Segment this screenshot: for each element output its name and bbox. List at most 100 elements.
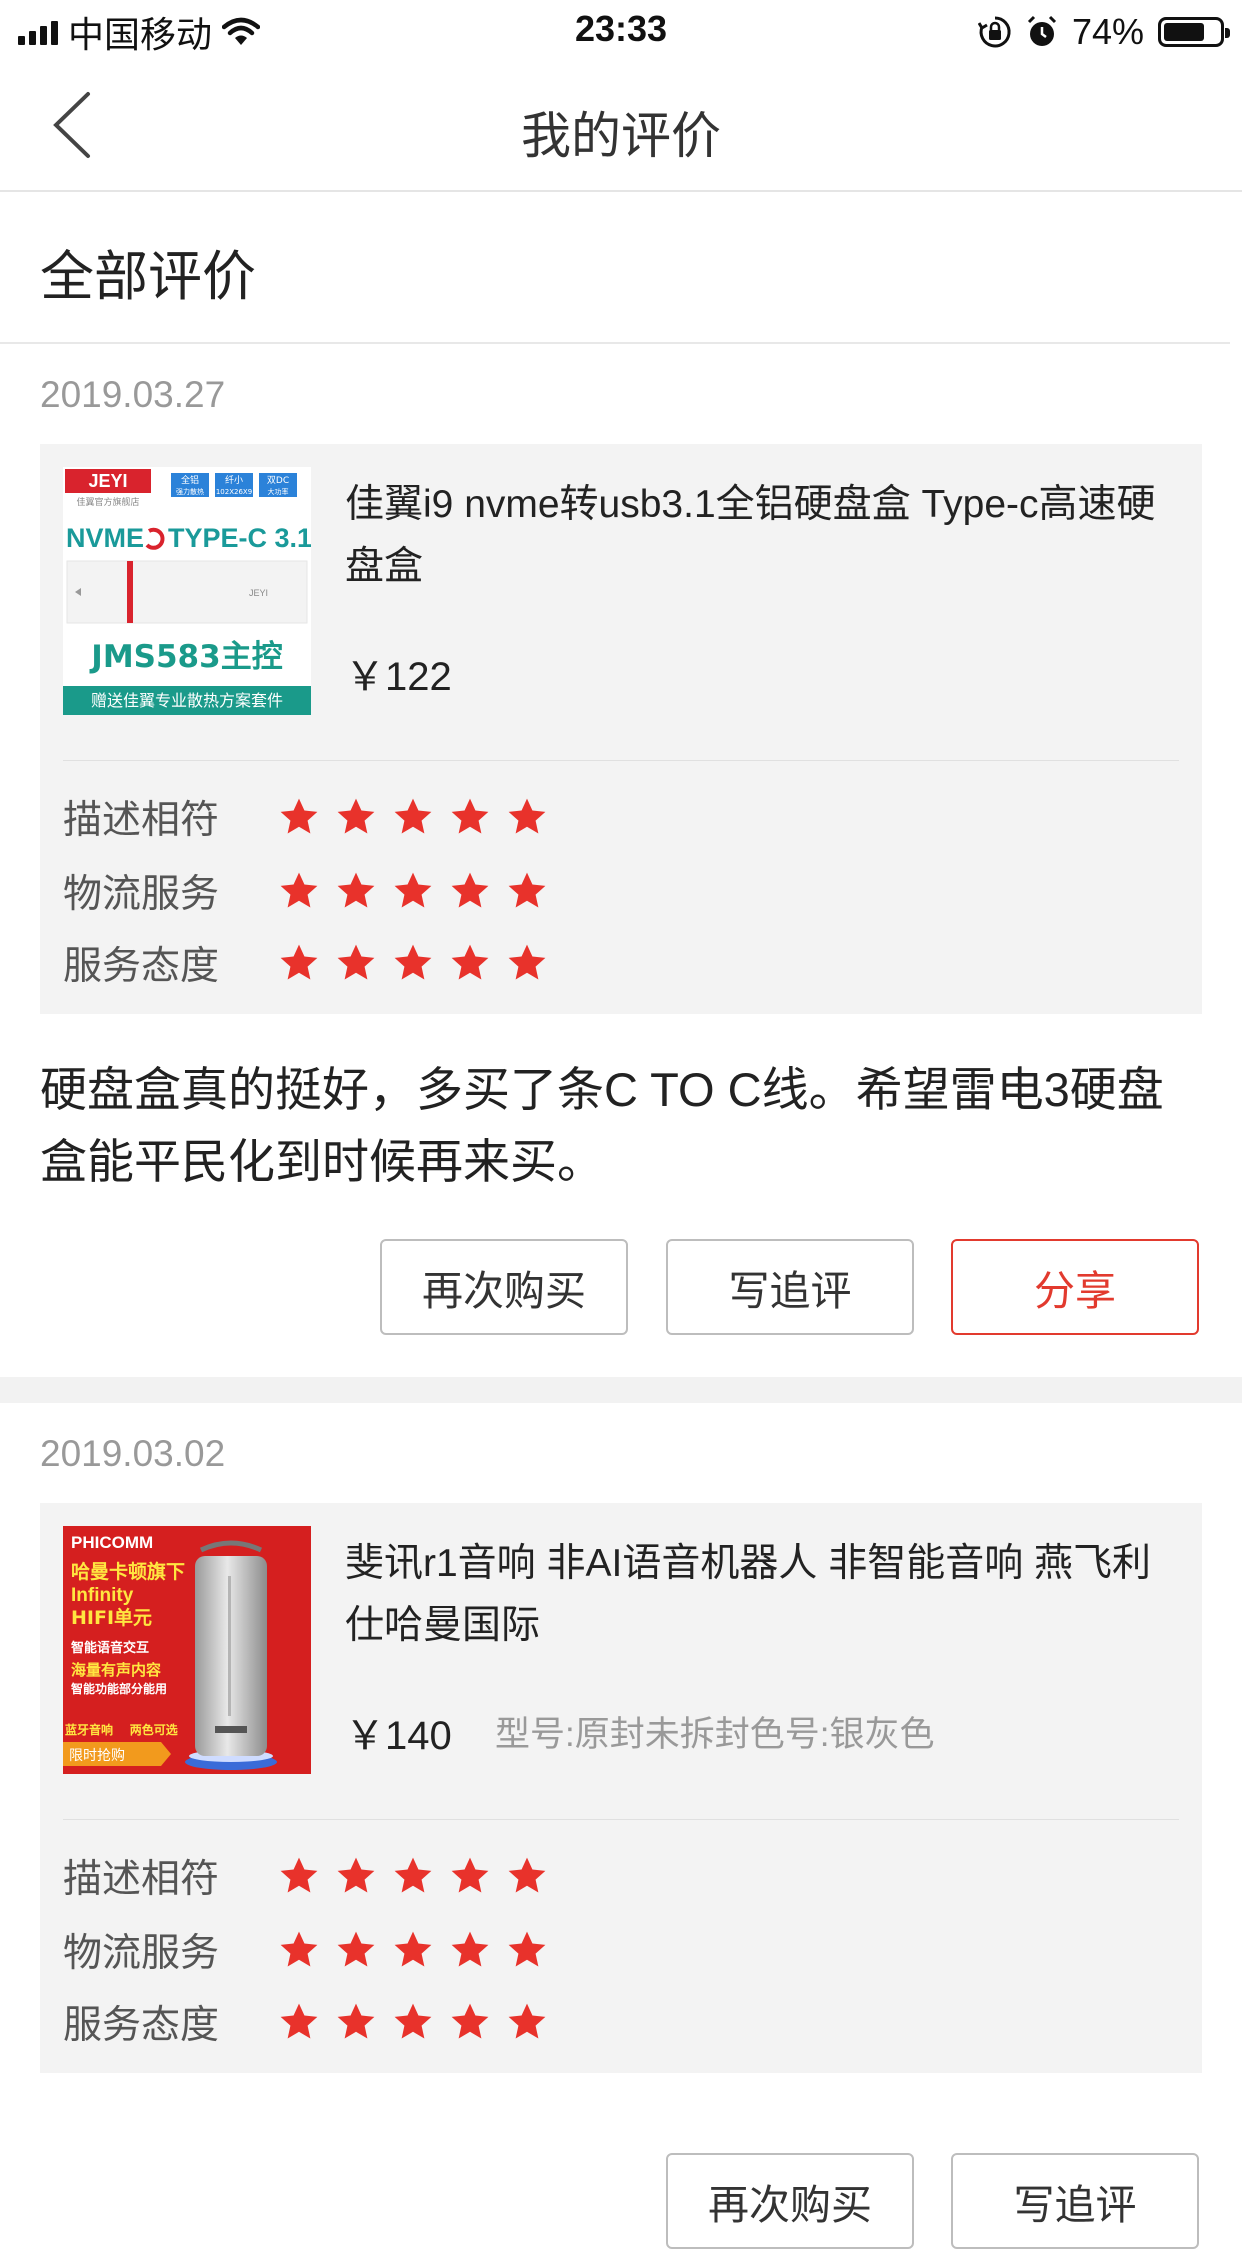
rating-label: 物流服务 bbox=[63, 873, 220, 916]
svg-text:JEYI: JEYI bbox=[88, 471, 127, 491]
star-icon bbox=[337, 944, 375, 980]
star-rating bbox=[278, 2001, 548, 2043]
svg-text:JEYI: JEYI bbox=[249, 588, 268, 598]
star-icon bbox=[280, 1857, 318, 1893]
star-icon bbox=[280, 872, 318, 908]
star-icon bbox=[451, 1931, 489, 1967]
star-rating bbox=[278, 870, 548, 912]
svg-text:佳翼官方旗舰店: 佳翼官方旗舰店 bbox=[76, 496, 139, 508]
rating-label: 描述相符 bbox=[63, 1858, 220, 1901]
review-text: 硬盘盒真的挺好，多买了条C TO C线。希望雷电3硬盘盒能平民化到时候再来买。 bbox=[40, 1063, 1164, 1188]
write-follow-up-button[interactable]: 写追评 bbox=[666, 1239, 914, 1335]
rating-label: 物流服务 bbox=[63, 1932, 220, 1975]
star-icon bbox=[280, 1931, 318, 1967]
star-icon bbox=[451, 1857, 489, 1893]
svg-text:强力散热: 强力散热 bbox=[176, 487, 204, 496]
star-icon bbox=[394, 872, 432, 908]
star-icon bbox=[508, 798, 546, 834]
product-title[interactable]: 斐讯r1音响 非AI语音机器人 非智能音响 燕飞利仕哈曼国际 bbox=[345, 1533, 1175, 1657]
product-price: ￥122 bbox=[345, 655, 452, 699]
svg-text:NVME: NVME bbox=[66, 523, 144, 553]
status-bar: 中国移动 23:33 74% bbox=[0, 0, 1242, 64]
orientation-lock-icon bbox=[977, 16, 1011, 48]
review-date: 2019.03.02 bbox=[40, 1433, 226, 1474]
product-price: ￥140 bbox=[345, 1714, 452, 1758]
rating-row: 物流服务 bbox=[63, 1913, 548, 1987]
svg-text:双DC: 双DC bbox=[267, 475, 289, 486]
svg-text:蓝牙音响 两色可选: 蓝牙音响 两色可选 bbox=[65, 1722, 178, 1737]
svg-text:全铝: 全铝 bbox=[181, 474, 199, 486]
star-icon bbox=[451, 798, 489, 834]
rating-row: 服务态度 bbox=[63, 1985, 548, 2059]
star-icon bbox=[451, 944, 489, 980]
product-thumbnail[interactable]: JEYI 佳翼官方旗舰店 全铝 纤小 双DC 强力散热 102X26X9 大功率… bbox=[63, 467, 311, 715]
star-icon bbox=[508, 872, 546, 908]
product-spec: 型号:原封未拆封色号:银灰色 bbox=[495, 1715, 935, 1754]
star-rating bbox=[278, 942, 548, 984]
section-header: 全部评价 bbox=[0, 192, 1230, 344]
svg-text:哈曼卡顿旗下: 哈曼卡顿旗下 bbox=[71, 1560, 185, 1583]
product-thumbnail[interactable]: PHICOMM 哈曼卡顿旗下 Infinity HIFI单元 智能语音交互 海量… bbox=[63, 1526, 311, 1774]
review-card: 2019.03.02 PHICOMM 哈曼卡顿旗下 Infinity HIFI单… bbox=[0, 1403, 1242, 2249]
write-follow-up-button[interactable]: 写追评 bbox=[951, 2153, 1199, 2249]
svg-text:限时抢购: 限时抢购 bbox=[69, 1747, 125, 1764]
star-icon bbox=[508, 1857, 546, 1893]
svg-text:JMS583主控: JMS583主控 bbox=[89, 639, 282, 675]
star-icon bbox=[280, 944, 318, 980]
rating-label: 服务态度 bbox=[63, 945, 220, 988]
review-date: 2019.03.27 bbox=[40, 374, 226, 415]
rating-row: 物流服务 bbox=[63, 854, 548, 928]
svg-text:102X26X9: 102X26X9 bbox=[216, 488, 252, 496]
star-rating bbox=[278, 1855, 548, 1897]
svg-text:智能语音交互: 智能语音交互 bbox=[71, 1640, 149, 1656]
star-icon bbox=[337, 872, 375, 908]
review-card: 2019.03.27 JEYI 佳翼官方旗舰店 全铝 纤小 双DC 强力散热 1… bbox=[0, 344, 1242, 1374]
page-title: 我的评价 bbox=[521, 108, 721, 164]
battery-icon bbox=[1158, 17, 1230, 47]
star-icon bbox=[280, 798, 318, 834]
nav-bar: 我的评价 bbox=[0, 64, 1242, 192]
star-icon bbox=[394, 944, 432, 980]
svg-text:纤小: 纤小 bbox=[225, 474, 243, 486]
star-icon bbox=[394, 798, 432, 834]
battery-percent: 74% bbox=[1071, 11, 1144, 52]
star-rating bbox=[278, 796, 548, 838]
star-rating bbox=[278, 1929, 548, 1971]
section-title: 全部评价 bbox=[40, 247, 256, 307]
rating-label: 服务态度 bbox=[63, 2004, 220, 2047]
share-button[interactable]: 分享 bbox=[951, 1239, 1199, 1335]
product-summary[interactable]: JEYI 佳翼官方旗舰店 全铝 纤小 双DC 强力散热 102X26X9 大功率… bbox=[40, 444, 1202, 1014]
star-icon bbox=[394, 2003, 432, 2039]
star-icon bbox=[394, 1857, 432, 1893]
star-icon bbox=[280, 2003, 318, 2039]
svg-text:Infinity: Infinity bbox=[71, 1585, 134, 1606]
star-icon bbox=[451, 2003, 489, 2039]
star-icon bbox=[337, 1857, 375, 1893]
star-icon bbox=[508, 2003, 546, 2039]
star-icon bbox=[337, 2003, 375, 2039]
divider bbox=[63, 760, 1179, 761]
product-summary[interactable]: PHICOMM 哈曼卡顿旗下 Infinity HIFI单元 智能语音交互 海量… bbox=[40, 1503, 1202, 2073]
svg-text:大功率: 大功率 bbox=[268, 487, 289, 496]
star-icon bbox=[394, 1931, 432, 1967]
svg-text:TYPE-C 3.1: TYPE-C 3.1 bbox=[168, 523, 311, 553]
svg-text:HIFI单元: HIFI单元 bbox=[71, 1606, 152, 1629]
svg-text:海量有声内容: 海量有声内容 bbox=[71, 1661, 161, 1679]
buy-again-button[interactable]: 再次购买 bbox=[666, 2153, 914, 2249]
star-icon bbox=[508, 1931, 546, 1967]
star-icon bbox=[337, 798, 375, 834]
rating-row: 描述相符 bbox=[63, 780, 548, 854]
svg-text:赠送佳翼专业散热方案套件: 赠送佳翼专业散热方案套件 bbox=[91, 691, 283, 710]
rating-label: 描述相符 bbox=[63, 799, 220, 842]
product-title[interactable]: 佳翼i9 nvme转usb3.1全铝硬盘盒 Type-c高速硬盘盒 bbox=[345, 474, 1175, 598]
star-icon bbox=[508, 944, 546, 980]
star-icon bbox=[337, 1931, 375, 1967]
rating-row: 服务态度 bbox=[63, 926, 548, 1000]
section-gap bbox=[0, 1377, 1242, 1403]
divider bbox=[63, 1819, 1179, 1820]
rating-row: 描述相符 bbox=[63, 1839, 548, 1913]
svg-text:PHICOMM: PHICOMM bbox=[71, 1533, 153, 1552]
star-icon bbox=[451, 872, 489, 908]
buy-again-button[interactable]: 再次购买 bbox=[380, 1239, 628, 1335]
alarm-icon bbox=[1027, 15, 1056, 46]
